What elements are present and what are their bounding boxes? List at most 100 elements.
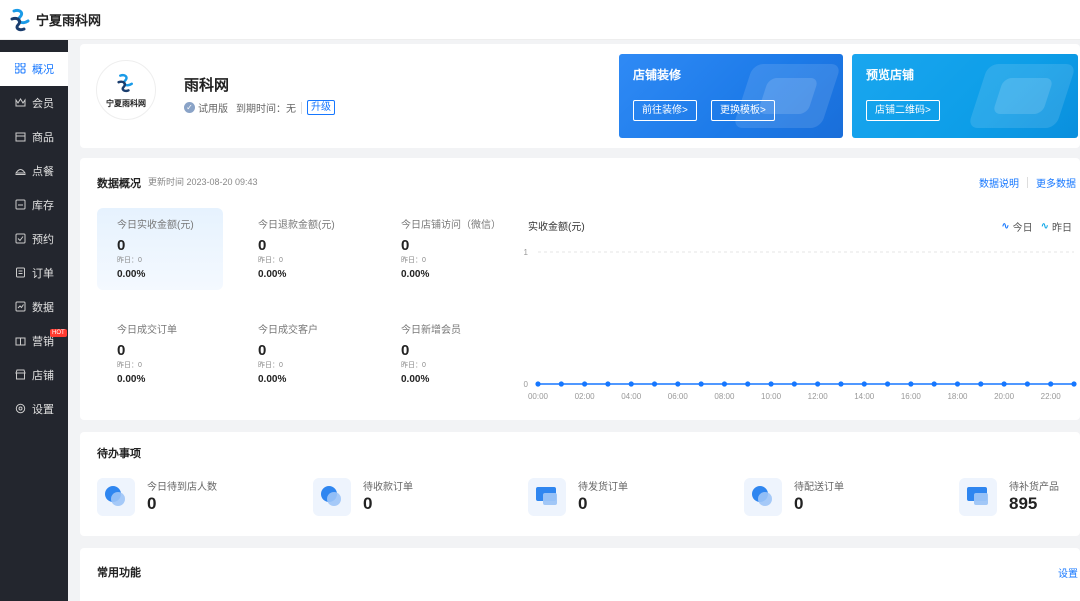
order-icon	[14, 267, 26, 279]
legend-today-icon[interactable]: ∿	[1001, 221, 1009, 232]
sidebar-item-member[interactable]: 会员	[0, 86, 68, 120]
data-point	[815, 381, 821, 387]
todo-label: 待补货产品	[1009, 482, 1059, 493]
brand-name[interactable]: 宁夏雨科网	[36, 10, 101, 29]
grid-icon	[14, 62, 26, 75]
sidebar-item-data[interactable]: 数据	[0, 290, 68, 324]
shipping-icon	[528, 478, 566, 516]
store-edition: 试用版	[198, 104, 228, 115]
sidebar-item-inventory[interactable]: 库存	[0, 188, 68, 222]
top-bar: 宁夏雨科网	[0, 0, 1080, 40]
sidebar-item-ordering[interactable]: 点餐	[0, 154, 68, 188]
sidebar-item-store[interactable]: 店铺	[0, 358, 68, 392]
todo-label: 待配送订单	[794, 482, 844, 493]
upgrade-button[interactable]: 升级	[307, 100, 335, 115]
stat-card[interactable]: 今日店铺访问（微信） 0 昨日：0 0.00%	[381, 208, 521, 290]
hot-badge: HOT	[50, 329, 67, 337]
data-point	[651, 381, 658, 387]
sidebar-item-label: 订单	[32, 268, 54, 280]
stat-yesterday: 昨日：0	[258, 362, 283, 369]
promo-decorate: 店铺装修 前往装修> 更换模板>	[619, 54, 843, 138]
y-tick-label: 1	[524, 248, 529, 257]
crown-icon	[14, 97, 26, 109]
store-qrcode-button[interactable]: 店铺二维码>	[866, 100, 940, 121]
legend-today-label[interactable]: 今日	[1013, 219, 1033, 234]
stat-yesterday: 昨日：0	[117, 362, 142, 369]
todo-value: 0	[363, 494, 373, 513]
legend-yesterday-icon[interactable]: ∿	[1041, 221, 1049, 232]
x-tick-label: 08:00	[714, 392, 735, 401]
todo-value: 0	[147, 494, 157, 513]
more-data-link[interactable]: 更多数据	[1036, 175, 1076, 190]
stat-yesterday: 昨日：0	[258, 257, 283, 264]
stat-yesterday: 昨日：0	[117, 257, 142, 264]
stat-card[interactable]: 今日新增会员 0 昨日：0 0.00%	[381, 313, 507, 395]
stat-yesterday: 昨日：0	[401, 257, 426, 264]
data-point	[978, 381, 984, 387]
todo-label: 待发货订单	[578, 482, 628, 493]
todo-item[interactable]: 待发货订单 0	[528, 476, 728, 520]
stat-percent: 0.00%	[401, 374, 430, 385]
data-point	[861, 381, 867, 387]
todo-value: 0	[794, 494, 804, 513]
data-point	[908, 381, 914, 387]
sidebar-item-label: 库存	[32, 200, 54, 212]
todo-item[interactable]: 待补货产品 895	[959, 476, 1079, 520]
stat-percent: 0.00%	[258, 374, 287, 385]
sidebar-item-label: 商品	[32, 132, 54, 144]
brand-logo-icon[interactable]	[10, 7, 32, 33]
box-icon	[14, 199, 26, 211]
todo-item[interactable]: 待配送订单 0	[744, 476, 944, 520]
store-logo: 宁夏雨科网	[96, 60, 156, 120]
settings-link[interactable]: 设置	[1058, 565, 1078, 580]
change-template-button[interactable]: 更换模板>	[711, 100, 775, 121]
store-logo-caption: 宁夏雨科网	[106, 97, 146, 108]
divider	[1027, 177, 1028, 188]
x-tick-label: 04:00	[621, 392, 642, 401]
stat-card[interactable]: 今日退款金额(元) 0 昨日：0 0.00%	[238, 208, 364, 290]
data-explain-link[interactable]: 数据说明	[979, 175, 1019, 190]
stat-label: 今日实收金额(元)	[117, 220, 194, 231]
divider	[301, 101, 302, 114]
stat-label: 今日退款金额(元)	[258, 220, 335, 231]
gear-icon	[14, 403, 26, 415]
delivery-icon	[744, 478, 782, 516]
stat-card[interactable]: 今日成交客户 0 昨日：0 0.00%	[238, 313, 364, 395]
stat-value: 0	[401, 342, 410, 359]
stat-value: 0	[258, 237, 267, 254]
stat-card[interactable]: 今日实收金额(元) 0 昨日：0 0.00%	[97, 208, 223, 290]
sidebar-item-marketing[interactable]: 营销 HOT	[0, 324, 68, 358]
chart-title: 实收金额(元)	[528, 222, 585, 233]
stat-card[interactable]: 今日成交订单 0 昨日：0 0.00%	[97, 313, 223, 395]
data-point	[605, 381, 611, 387]
sidebar-item-settings[interactable]: 设置	[0, 392, 68, 426]
edition-badge-icon: ✓	[184, 102, 195, 113]
x-tick-label: 06:00	[668, 392, 689, 401]
todo-item[interactable]: 待收款订单 0	[313, 476, 513, 520]
sidebar-item-orders[interactable]: 订单	[0, 256, 68, 290]
revenue-line-chart[interactable]: 0 1 00:00 02:00 04:00 06:00 08:00 10:00 12:00 14:…	[520, 242, 1078, 402]
calendar-check-icon	[14, 233, 26, 245]
section-title: 常用功能	[97, 567, 141, 579]
data-point	[582, 381, 588, 387]
sidebar-item-label: 会员	[32, 98, 54, 110]
sidebar-item-label: 设置	[32, 404, 54, 416]
todo-value: 895	[1009, 494, 1038, 513]
legend-yesterday-label[interactable]: 昨日	[1052, 219, 1072, 234]
go-decorate-button[interactable]: 前往装修>	[633, 100, 697, 121]
x-tick-label: 22:00	[1041, 392, 1062, 401]
data-point	[931, 381, 937, 387]
data-point	[1001, 381, 1007, 387]
sidebar-item-booking[interactable]: 预约	[0, 222, 68, 256]
data-point	[838, 381, 844, 387]
data-point	[1071, 381, 1077, 387]
section-title: 待办事项	[97, 448, 141, 460]
stat-value: 0	[401, 237, 410, 254]
store-name: 雨科网	[184, 77, 230, 94]
stat-percent: 0.00%	[117, 269, 146, 280]
sidebar-item-goods[interactable]: 商品	[0, 120, 68, 154]
sidebar-item-overview[interactable]: 概况	[0, 52, 68, 86]
todo-item[interactable]: 今日待到店人数 0	[97, 476, 297, 520]
sidebar-item-label: 数据	[32, 302, 54, 314]
x-tick-label: 18:00	[947, 392, 968, 401]
